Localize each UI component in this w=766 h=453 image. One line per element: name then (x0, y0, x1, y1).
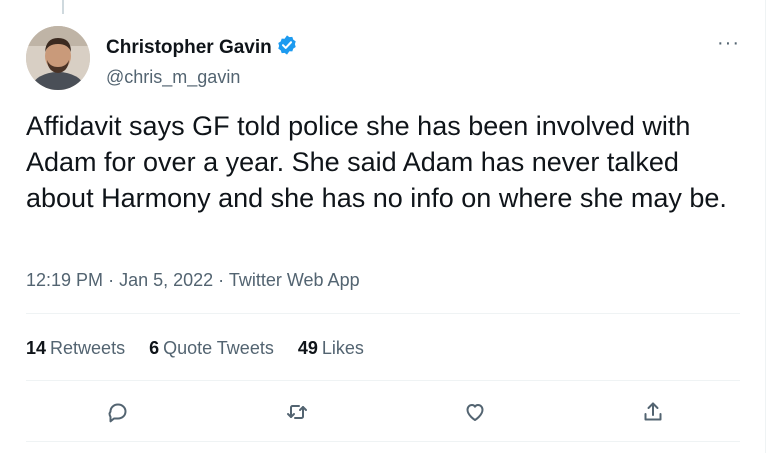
meta-separator: · (108, 270, 115, 290)
tweet-date[interactable]: Jan 5, 2022 (119, 270, 213, 290)
like-icon (466, 404, 484, 421)
verified-badge-icon (276, 34, 298, 61)
quote-tweets-count: 6 (149, 338, 160, 358)
reply-icon (108, 403, 127, 423)
tweet-text: Affidavit says GF told police she has be… (26, 111, 727, 213)
tweet-header: Christopher Gavin @chris_m_gavin ··· (26, 26, 740, 90)
share-button[interactable] (638, 397, 668, 427)
divider (26, 313, 740, 314)
divider (26, 441, 740, 442)
retweets-stat[interactable]: 14 Retweets (26, 338, 125, 359)
tweet-source[interactable]: Twitter Web App (229, 270, 360, 290)
author-names: Christopher Gavin @chris_m_gavin (106, 34, 298, 88)
thread-connector-line (62, 0, 64, 14)
tweet-time[interactable]: 12:19 PM (26, 270, 103, 290)
tweet-actions (0, 397, 766, 427)
meta-separator: · (218, 270, 225, 290)
likes-label: Likes (321, 338, 364, 358)
tweet-metadata: 12:19 PM · Jan 5, 2022 · Twitter Web App (26, 270, 360, 291)
avatar[interactable] (26, 26, 90, 90)
author-handle[interactable]: @chris_m_gavin (106, 67, 298, 88)
more-options-icon[interactable]: ··· (717, 32, 740, 55)
quote-tweets-label: Quote Tweets (163, 338, 274, 358)
reply-button[interactable] (103, 397, 133, 427)
avatar-image (26, 26, 90, 90)
likes-count: 49 (297, 338, 318, 358)
author-display-name[interactable]: Christopher Gavin (106, 37, 272, 59)
divider (26, 380, 740, 381)
retweet-icon (287, 405, 307, 419)
retweets-count: 14 (26, 338, 47, 358)
tweet-stats: 14 Retweets 6 Quote Tweets 49 Likes (26, 338, 364, 359)
likes-stat[interactable]: 49 Likes (298, 338, 364, 359)
quote-tweets-stat[interactable]: 6 Quote Tweets (149, 338, 274, 359)
retweet-button[interactable] (282, 397, 312, 427)
like-button[interactable] (460, 397, 490, 427)
retweets-label: Retweets (50, 338, 126, 358)
share-icon (644, 402, 662, 421)
